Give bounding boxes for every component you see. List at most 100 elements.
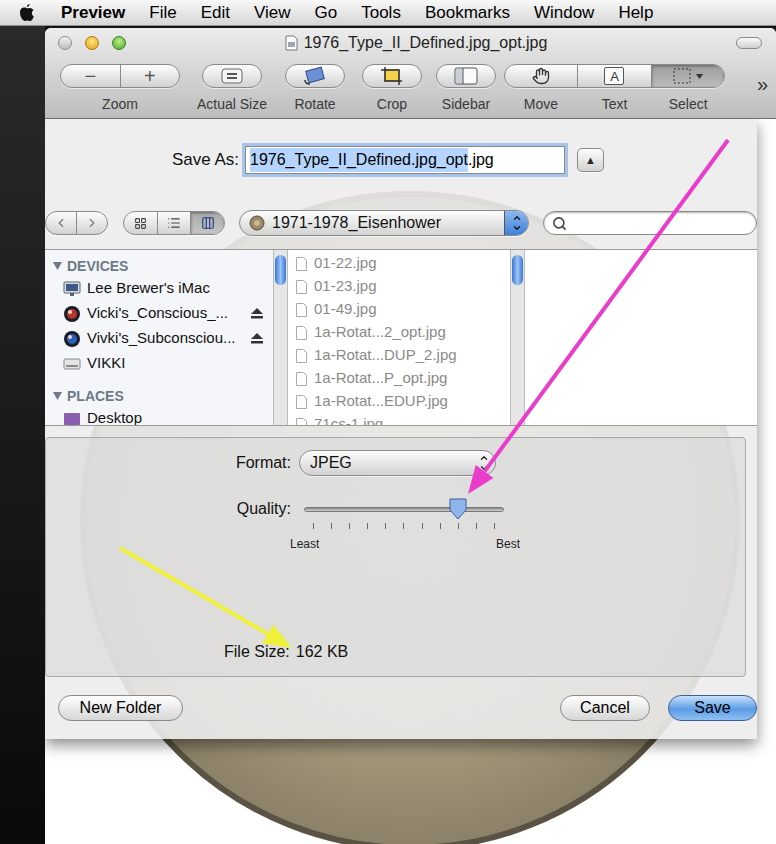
sidebar-item[interactable]: Vivki's_Subconsciou... xyxy=(53,326,273,351)
column-scrollbar[interactable] xyxy=(510,250,525,425)
menu-app-name[interactable]: Preview xyxy=(61,0,125,25)
file-row: 1a-Rotat...EDUP.jpg xyxy=(296,390,510,413)
up-arrow-icon xyxy=(512,213,522,223)
tick-mark xyxy=(422,523,423,529)
least-label: Least xyxy=(290,535,319,553)
file-row: 1a-Rotat...P_opt.jpg xyxy=(296,367,510,390)
actual-size-button[interactable] xyxy=(202,64,262,88)
menu-item[interactable]: File xyxy=(149,0,176,25)
expanded-triangle-icon[interactable] xyxy=(53,392,62,400)
jpeg-file-icon xyxy=(296,395,307,409)
file-row: 1a-Rotat...DUP_2.jpg xyxy=(296,344,510,367)
eject-icon[interactable] xyxy=(251,333,263,344)
zoom-window-button[interactable] xyxy=(112,36,126,50)
toolbar-label: Zoom xyxy=(102,94,138,115)
cancel-button[interactable]: Cancel xyxy=(560,695,650,721)
zoom-out-button[interactable]: − xyxy=(61,65,121,87)
tool-mode-group: AMoveTextSelect xyxy=(504,64,725,115)
slider-thumb-icon[interactable] xyxy=(448,498,468,520)
down-arrow-icon xyxy=(479,463,489,473)
toolbar-label: Crop xyxy=(377,94,407,115)
sidebar-button[interactable] xyxy=(436,64,496,88)
document-icon xyxy=(285,35,298,51)
zoom-in-button[interactable]: + xyxy=(121,65,180,87)
new-folder-button[interactable]: New Folder xyxy=(58,695,183,721)
file-size-label: File Size: xyxy=(224,640,290,664)
sidebar-item[interactable]: Lee Brewer's iMac xyxy=(53,276,273,301)
select-tool-button[interactable] xyxy=(652,65,724,87)
toolbar-item: Actual Size xyxy=(192,64,272,115)
crop-icon xyxy=(380,66,404,86)
sidebar-item[interactable]: VIKKI xyxy=(53,351,273,376)
jpeg-file-icon xyxy=(296,372,307,386)
back-button[interactable] xyxy=(46,212,77,234)
toolbar-item: Rotate xyxy=(285,64,345,115)
menu-item[interactable]: Tools xyxy=(361,0,401,25)
crop-button[interactable] xyxy=(362,64,422,88)
volume-icon xyxy=(63,305,81,323)
tick-mark xyxy=(367,523,368,529)
sidebar-scrollbar[interactable] xyxy=(273,250,288,425)
tick-mark xyxy=(403,523,404,529)
save-as-field[interactable]: 1976_Type_II_Defined.jpg_opt.jpg xyxy=(245,146,565,174)
toolbar-label: Actual Size xyxy=(197,94,267,115)
zoom-control: −+ xyxy=(60,64,180,88)
toolbar-label: Text xyxy=(578,94,652,115)
menu-bar: Preview File Edit View Go Tools Bookmarks Windo… xyxy=(0,0,776,26)
toolbar-item: Sidebar xyxy=(436,64,496,115)
sidebar-section: PLACESDesktop xyxy=(53,386,273,425)
toolbar-label: Move xyxy=(504,94,578,115)
menu-item[interactable]: Help xyxy=(618,0,653,25)
icon-view-icon xyxy=(134,217,147,230)
actual-size-icon xyxy=(221,68,243,84)
preview-window: 1976_Type_II_Defined.jpg_opt.jpg −+ Zoom Ac… xyxy=(45,28,776,844)
expanded-triangle-icon[interactable] xyxy=(53,262,62,270)
tick-mark xyxy=(349,523,350,529)
up-arrow-icon xyxy=(479,453,489,463)
menu-item[interactable]: Edit xyxy=(201,0,230,25)
toolbar-label: Rotate xyxy=(294,94,335,115)
quality-slider[interactable] xyxy=(304,498,504,520)
apple-logo-icon[interactable] xyxy=(18,3,35,22)
menu-item[interactable]: Bookmarks xyxy=(425,0,510,25)
file-row: 01-49.jpg xyxy=(296,298,510,321)
file-row: 1a-Rotat...2_opt.jpg xyxy=(296,321,510,344)
select-icon-group xyxy=(672,67,703,85)
options-box: Format:JPEGQuality:LeastBestFile Size:16… xyxy=(45,437,746,677)
sidebar-item[interactable]: Vicki's_Conscious_... xyxy=(53,301,273,326)
forward-arrow-icon xyxy=(85,216,99,230)
toolbar: −+ Zoom Actual Size Rotate Crop Sidebar AMoveT… xyxy=(45,58,776,118)
icon-view-button[interactable] xyxy=(124,212,158,234)
text-tool-button[interactable]: A xyxy=(578,65,651,87)
close-window-button[interactable] xyxy=(58,36,72,50)
sidebar-item[interactable]: Desktop xyxy=(53,406,273,425)
save-button[interactable]: Save xyxy=(668,695,757,721)
imac-icon xyxy=(63,281,81,297)
move-tool-button[interactable] xyxy=(505,65,578,87)
navigation-row: 1971-1978_Eisenhower xyxy=(45,201,757,245)
jpeg-file-icon xyxy=(296,257,307,271)
file-row: 01-23.jpg xyxy=(296,275,510,298)
menu-item[interactable]: Window xyxy=(534,0,594,25)
back-forward-control xyxy=(45,211,108,235)
menu-item[interactable]: View xyxy=(254,0,291,25)
menu-item[interactable]: Go xyxy=(315,0,338,25)
column-view-button[interactable] xyxy=(191,212,224,234)
toolbar-label: Sidebar xyxy=(442,94,490,115)
forward-button[interactable] xyxy=(77,212,107,234)
toolbar-overflow-button[interactable]: » xyxy=(757,74,768,94)
hand-icon xyxy=(532,67,550,85)
search-icon xyxy=(552,216,567,231)
format-popup[interactable]: JPEG xyxy=(299,450,496,476)
eject-icon[interactable] xyxy=(251,308,263,319)
list-view-button[interactable] xyxy=(158,212,192,234)
minimize-window-button[interactable] xyxy=(85,36,99,50)
sidebar-section-title: PLACES xyxy=(67,386,124,407)
search-field[interactable] xyxy=(543,211,757,235)
rotate-button[interactable] xyxy=(285,64,345,88)
toolbar-toggle-button[interactable] xyxy=(736,37,762,49)
file-size-row: File Size:162 KB xyxy=(224,640,745,664)
format-row: Format:JPEG xyxy=(46,450,745,476)
folder-popup[interactable]: 1971-1978_Eisenhower xyxy=(239,210,529,236)
disclosure-button[interactable]: ▲ xyxy=(577,148,604,172)
